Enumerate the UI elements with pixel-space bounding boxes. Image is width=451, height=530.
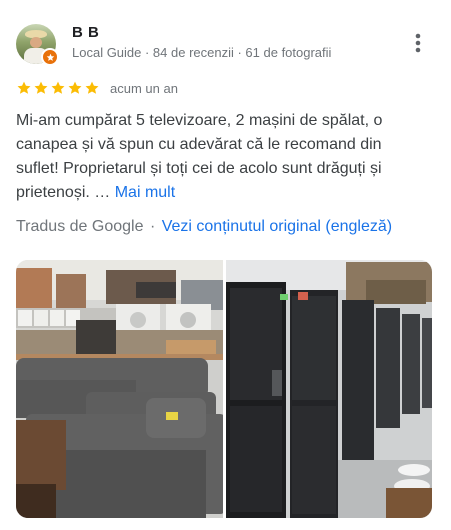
star-icon: [34, 81, 48, 94]
review-photo-fridges[interactable]: [226, 260, 432, 518]
rating-row: acum un an: [16, 79, 178, 97]
more-vert-icon: [415, 33, 421, 53]
review-date: acum un an: [110, 80, 178, 96]
star-icon: [51, 81, 65, 94]
author-name[interactable]: B B: [72, 24, 99, 41]
review-body: Mi-am cumpărat 5 televizoare, 2 mașini d…: [16, 112, 383, 201]
local-guide-badge-icon: [41, 48, 59, 66]
author-meta: Local Guide · 84 de recenzii · 61 de fot…: [72, 45, 332, 60]
more-link[interactable]: Mai mult: [115, 184, 175, 201]
view-original-link[interactable]: Vezi conținutul original (engleză): [162, 218, 392, 235]
star-rating: [16, 80, 100, 96]
review-card: B B Local Guide · 84 de recenzii · 61 de…: [0, 0, 451, 530]
review-text: Mi-am cumpărat 5 televizoare, 2 mașini d…: [16, 109, 426, 205]
author-avatar[interactable]: [16, 24, 59, 66]
review-photos: [16, 260, 432, 518]
star-icon: [85, 81, 99, 94]
more-options-button[interactable]: [406, 31, 430, 55]
translated-by-label: Tradus de Google: [16, 218, 144, 235]
translation-info: Tradus de Google · Vezi conținutul origi…: [16, 218, 392, 236]
star-icon: [17, 81, 31, 94]
star-icon: [68, 81, 82, 94]
review-photo-sofa[interactable]: [16, 260, 223, 518]
separator-dot: ·: [149, 218, 156, 235]
